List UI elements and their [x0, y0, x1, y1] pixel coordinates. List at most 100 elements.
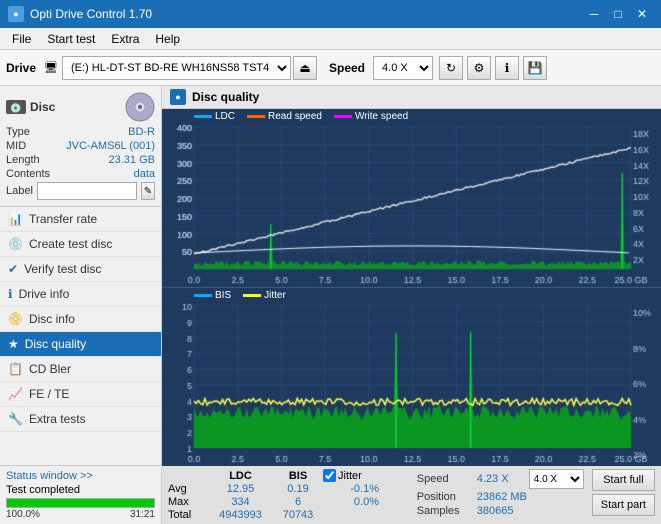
bottom-chart-legend: BIS Jitter — [194, 290, 286, 301]
position-value: 23862 MB — [477, 491, 527, 503]
start-buttons: Start full Start part — [592, 469, 655, 516]
progress-bar-inner — [7, 499, 154, 507]
top-chart: LDC Read speed Write speed — [162, 109, 661, 288]
charts-container: LDC Read speed Write speed — [162, 109, 661, 465]
cd-bler-icon: 📋 — [8, 362, 23, 376]
jitter-color — [243, 294, 261, 297]
legend-jitter: Jitter — [243, 290, 286, 301]
close-button[interactable]: ✕ — [631, 5, 653, 23]
drive-select[interactable]: (E:) HL-DT-ST BD-RE WH16NS58 TST4 — [62, 56, 291, 80]
disc-mid-row: MID JVC-AMS6L (001) — [6, 140, 155, 152]
max-jitter: 0.0% — [323, 496, 383, 508]
info-button[interactable]: ℹ — [495, 56, 519, 80]
app-title: Opti Drive Control 1.70 — [30, 7, 152, 21]
start-part-button[interactable]: Start part — [592, 494, 655, 516]
app-icon: ● — [8, 6, 24, 22]
disc-contents-row: Contents data — [6, 168, 155, 180]
sidebar-item-drive-info-label: Drive info — [19, 287, 70, 301]
top-chart-canvas — [162, 109, 661, 287]
sidebar-item-disc-quality-label: Disc quality — [25, 337, 86, 351]
sidebar-item-cd-bler-label: CD Bler — [29, 362, 71, 376]
legend-read-speed-label: Read speed — [268, 111, 322, 122]
speed-position-panel: Speed 4.23 X 4.0 X 2.0 X 8.0 X Position … — [417, 469, 584, 517]
sidebar-item-disc-info-label: Disc info — [29, 312, 75, 326]
status-row: Test completed — [6, 484, 155, 496]
disc-header-left: 💿 Disc — [6, 100, 55, 114]
speed-value: 4.23 X — [477, 473, 525, 485]
sidebar-item-create-test-disc-label: Create test disc — [29, 237, 112, 251]
stats-header-row: LDC BIS Jitter — [168, 469, 413, 482]
speed-select-stats[interactable]: 4.0 X 2.0 X 8.0 X — [529, 469, 584, 489]
disc-info-icon: 📀 — [8, 312, 23, 326]
max-label: Max — [168, 496, 208, 508]
stats-panel: LDC BIS Jitter Avg 12.95 0.19 -0.1% Max — [162, 465, 661, 524]
samples-value: 380665 — [477, 505, 514, 517]
sidebar-item-extra-tests[interactable]: 🔧 Extra tests — [0, 407, 161, 432]
speed-row: Speed 4.23 X 4.0 X 2.0 X 8.0 X — [417, 469, 584, 489]
jitter-checkbox[interactable] — [323, 469, 336, 482]
avg-bis: 0.19 — [273, 483, 323, 495]
sidebar-item-verify-test-disc[interactable]: ✔ Verify test disc — [0, 257, 161, 282]
menu-start-test[interactable]: Start test — [39, 30, 103, 48]
menu-help[interactable]: Help — [147, 30, 188, 48]
legend-ldc: LDC — [194, 111, 235, 122]
top-chart-legend: LDC Read speed Write speed — [194, 111, 408, 122]
refresh-button[interactable]: ↻ — [439, 56, 463, 80]
disc-type-value: BD-R — [128, 126, 155, 138]
stats-table: LDC BIS Jitter Avg 12.95 0.19 -0.1% Max — [168, 469, 413, 521]
menubar: File Start test Extra Help — [0, 28, 661, 50]
bis-color — [194, 294, 212, 297]
disc-thumbnail — [125, 92, 155, 122]
drive-label: Drive — [6, 61, 36, 75]
status-window-link[interactable]: Status window >> — [6, 470, 93, 482]
samples-row: Samples 380665 — [417, 505, 584, 517]
disc-label-input[interactable] — [37, 182, 137, 200]
disc-label-edit-button[interactable]: ✎ — [141, 182, 155, 200]
menu-extra[interactable]: Extra — [103, 30, 147, 48]
speed-select[interactable]: 4.0 X 2.0 X 8.0 X — [373, 56, 433, 80]
maximize-button[interactable]: □ — [607, 5, 629, 23]
settings-button[interactable]: ⚙ — [467, 56, 491, 80]
status-text: Test completed — [6, 484, 80, 496]
minimize-button[interactable]: ─ — [583, 5, 605, 23]
stats-avg-row: Avg 12.95 0.19 -0.1% — [168, 483, 413, 495]
fe-te-icon: 📈 — [8, 387, 23, 401]
disc-mid-value: JVC-AMS6L (001) — [66, 140, 155, 152]
disc-quality-title: Disc quality — [192, 90, 259, 104]
avg-jitter: -0.1% — [323, 483, 383, 495]
main-layout: 💿 Disc Type BD-R MID JVC-AMS6L (001) — [0, 86, 661, 524]
bottom-chart: BIS Jitter — [162, 288, 661, 466]
position-row: Position 23862 MB — [417, 491, 584, 503]
sidebar-status: Status window >> Test completed 100.0% 3… — [0, 465, 161, 524]
position-label: Position — [417, 491, 473, 503]
sidebar-item-cd-bler[interactable]: 📋 CD Bler — [0, 357, 161, 382]
titlebar: ● Opti Drive Control 1.70 ─ □ ✕ — [0, 0, 661, 28]
bottom-chart-canvas — [162, 288, 661, 466]
disc-title: Disc — [30, 100, 55, 114]
sidebar-item-disc-info[interactable]: 📀 Disc info — [0, 307, 161, 332]
disc-panel: 💿 Disc Type BD-R MID JVC-AMS6L (001) — [0, 86, 161, 207]
eject-button[interactable]: ⏏ — [293, 56, 317, 80]
menu-file[interactable]: File — [4, 30, 39, 48]
transfer-rate-icon: 📊 — [8, 212, 23, 226]
sidebar-item-verify-test-disc-label: Verify test disc — [24, 262, 101, 276]
total-label: Total — [168, 509, 208, 521]
sidebar-item-fe-te-label: FE / TE — [29, 387, 69, 401]
legend-write-speed-label: Write speed — [355, 111, 408, 122]
legend-bis-label: BIS — [215, 290, 231, 301]
sidebar-item-fe-te[interactable]: 📈 FE / TE — [0, 382, 161, 407]
save-button[interactable]: 💾 — [523, 56, 547, 80]
disc-quality-icon: ★ — [8, 337, 19, 351]
speed-label: Speed — [329, 61, 365, 75]
start-full-button[interactable]: Start full — [592, 469, 655, 491]
sidebar-item-drive-info[interactable]: ℹ Drive info — [0, 282, 161, 307]
extra-tests-icon: 🔧 — [8, 412, 23, 426]
sidebar-item-transfer-rate[interactable]: 📊 Transfer rate — [0, 207, 161, 232]
sidebar-item-create-test-disc[interactable]: 💿 Create test disc — [0, 232, 161, 257]
samples-label: Samples — [417, 505, 473, 517]
svg-text:💿: 💿 — [10, 102, 21, 114]
status-bottom: 100.0% 31:21 — [6, 509, 155, 520]
legend-bis: BIS — [194, 290, 231, 301]
disc-quality-header: ● Disc quality — [162, 86, 661, 109]
sidebar-item-disc-quality[interactable]: ★ Disc quality — [0, 332, 161, 357]
